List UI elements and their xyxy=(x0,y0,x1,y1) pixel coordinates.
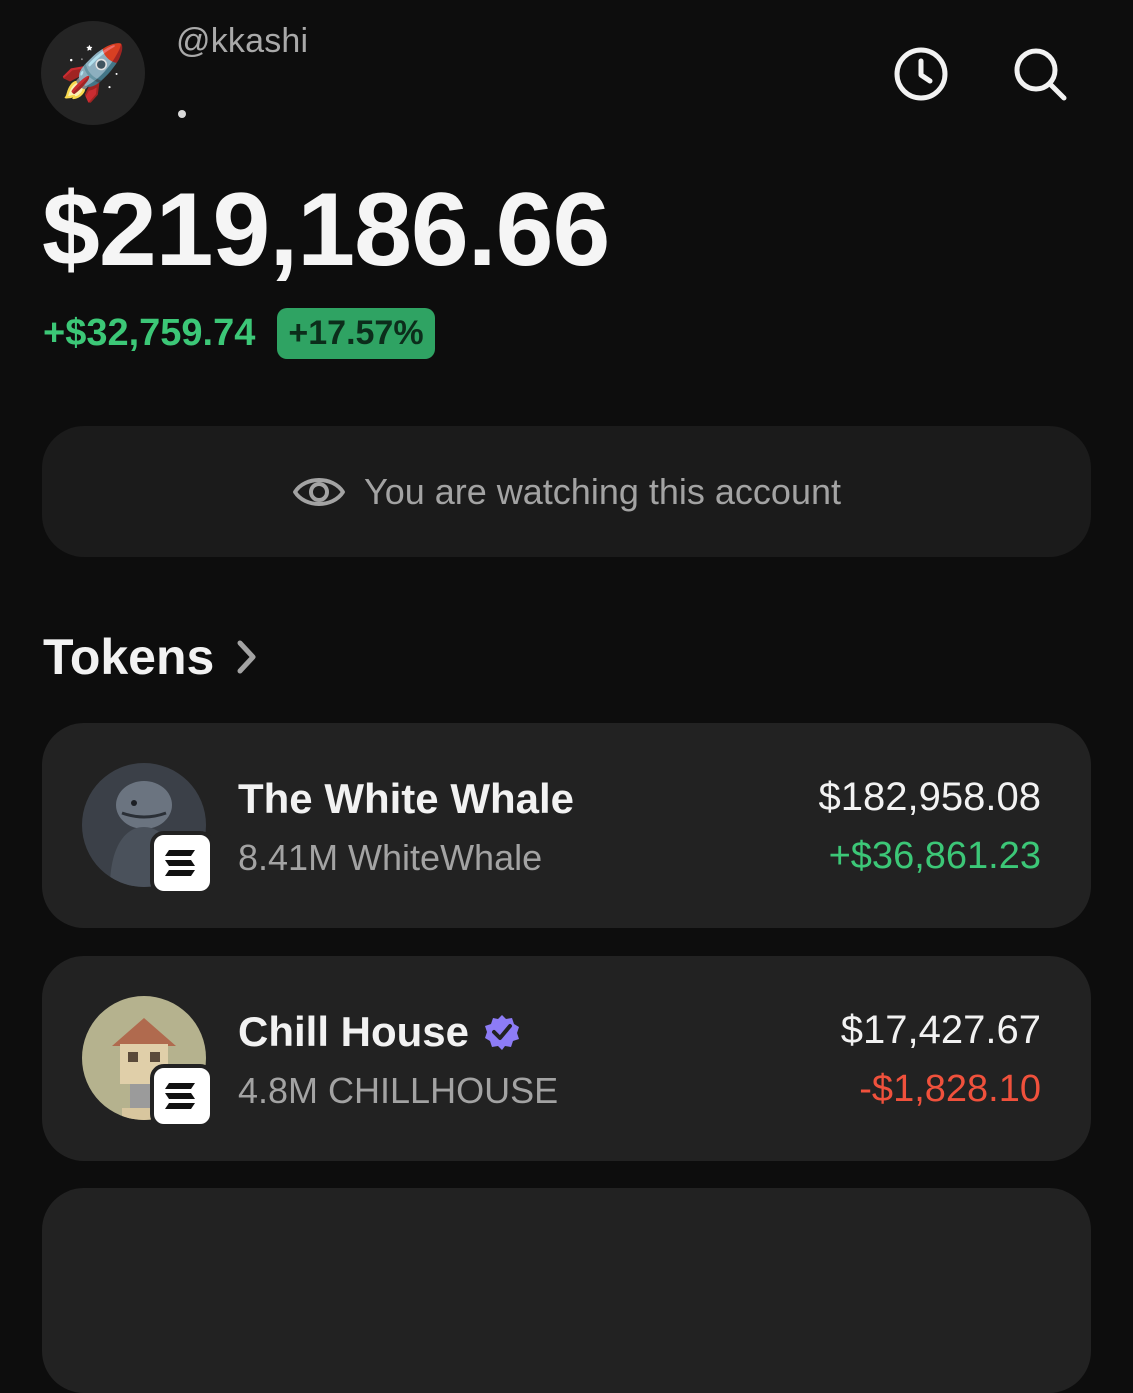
token-row[interactable]: Chill House 4.8M CHILLHOUSE $17,427.67 -… xyxy=(42,956,1091,1161)
token-row[interactable] xyxy=(42,1188,1091,1393)
profile-username[interactable]: @kkashi xyxy=(176,22,308,61)
token-pnl: +$36,861.23 xyxy=(828,835,1041,877)
portfolio-change: +$32,759.74 +17.57% xyxy=(43,308,435,359)
token-value: $17,427.67 xyxy=(840,1008,1041,1052)
token-row[interactable]: The White Whale 8.41M WhiteWhale $182,95… xyxy=(42,723,1091,928)
token-value: $182,958.08 xyxy=(818,775,1041,819)
eye-icon xyxy=(293,477,345,506)
solana-chain-badge xyxy=(150,1064,214,1128)
tokens-heading: Tokens xyxy=(43,629,215,685)
token-amount: 8.41M WhiteWhale xyxy=(238,837,543,878)
solana-icon xyxy=(165,850,195,876)
rocket-icon: 🚀 xyxy=(59,43,127,103)
clock-icon xyxy=(894,47,948,101)
portfolio-balance: $219,186.66 xyxy=(42,172,610,288)
tokens-section-link[interactable]: Tokens xyxy=(43,628,258,686)
token-name: Chill House xyxy=(238,1008,521,1056)
solana-icon xyxy=(165,1083,195,1109)
verified-badge-icon xyxy=(485,1015,520,1050)
search-icon xyxy=(1014,48,1067,101)
change-amount: +$32,759.74 xyxy=(43,312,256,354)
watching-account-banner: You are watching this account xyxy=(42,426,1091,557)
chevron-right-icon xyxy=(237,640,256,674)
token-amount: 4.8M CHILLHOUSE xyxy=(238,1070,559,1111)
history-button[interactable] xyxy=(891,44,951,104)
status-dot xyxy=(178,110,186,118)
watching-text: You are watching this account xyxy=(364,470,841,512)
change-percent-badge: +17.57% xyxy=(277,308,435,359)
search-button[interactable] xyxy=(1010,44,1070,104)
profile-avatar[interactable]: 🚀 xyxy=(41,21,145,125)
token-name: The White Whale xyxy=(238,775,574,822)
solana-chain-badge xyxy=(150,831,214,895)
token-pnl: -$1,828.10 xyxy=(859,1068,1041,1110)
